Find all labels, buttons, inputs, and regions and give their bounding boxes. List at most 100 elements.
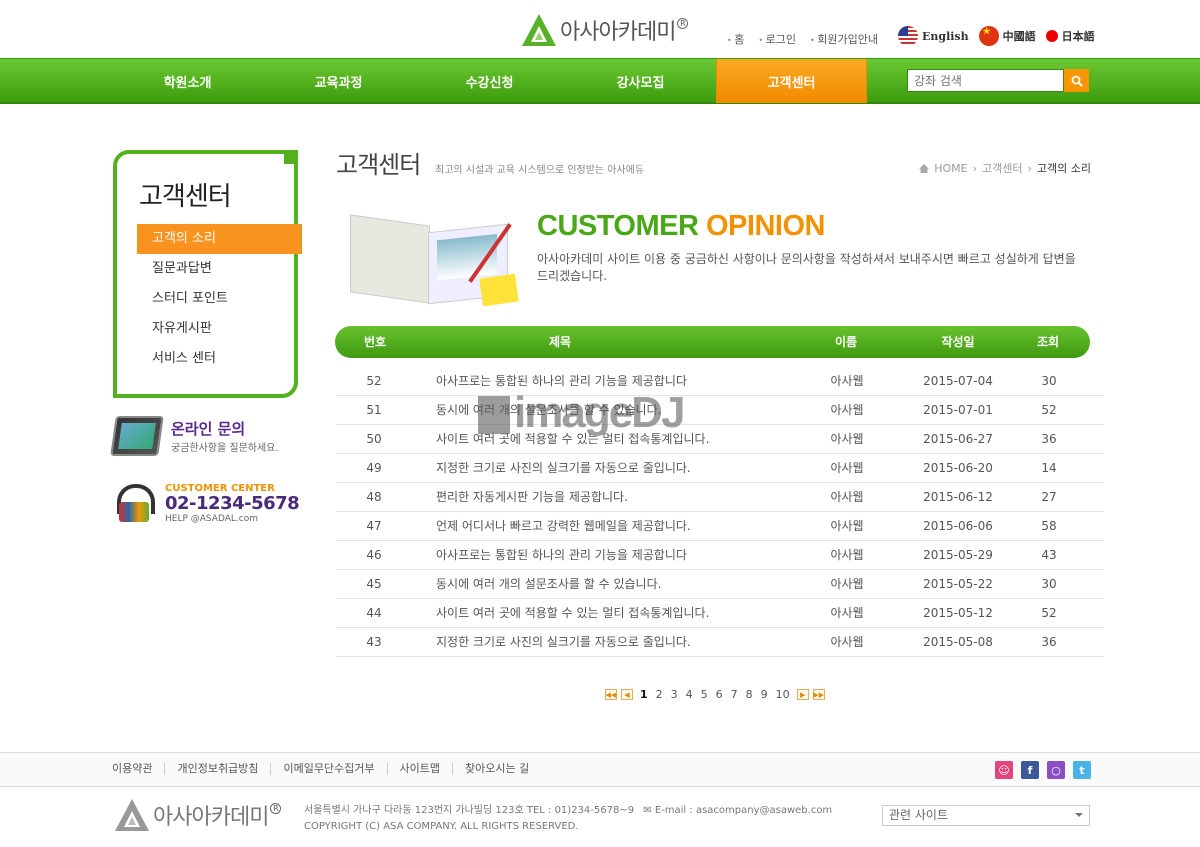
- prev-page-button[interactable]: ◀: [621, 689, 633, 700]
- post-number: 50: [366, 432, 382, 446]
- facebook-icon[interactable]: f: [1021, 761, 1039, 779]
- sidebar-item-free-board[interactable]: 자유게시판: [137, 314, 302, 344]
- post-views: 30: [1041, 577, 1057, 591]
- banner-title-customer: CUSTOMER: [537, 210, 699, 242]
- table-row: 45 동시에 여러 개의 설문조사를 할 수 있습니다. 아사웹 2015-05-22…: [336, 570, 1104, 599]
- yozm-icon[interactable]: ○: [1047, 761, 1065, 779]
- lang-chinese[interactable]: 中國語: [978, 26, 1036, 46]
- online-inquiry-banner[interactable]: 온라인 문의 궁금한사항을 질문하세요.: [110, 416, 279, 456]
- breadcrumb-customer-center[interactable]: 고객센터: [982, 160, 1022, 176]
- sidebar-item-study-point[interactable]: 스터디 포인트: [137, 284, 302, 314]
- home-link[interactable]: 홈: [727, 31, 744, 47]
- footer-link-directions[interactable]: 찾아오시는 길: [452, 763, 541, 775]
- search-button[interactable]: [1064, 69, 1089, 92]
- tablet-icon: [110, 416, 164, 456]
- post-author: 아사웹: [830, 548, 864, 562]
- post-title-link[interactable]: 지정한 크기로 사진의 실크기를 자동으로 줄입니다.: [436, 628, 691, 657]
- logo-triangle-icon: [522, 14, 556, 46]
- site-logo[interactable]: 아사아카데미 R: [520, 12, 689, 48]
- breadcrumb-home[interactable]: HOME: [934, 162, 967, 175]
- post-views: 36: [1041, 635, 1057, 649]
- nav-courses[interactable]: 교육과정: [263, 59, 414, 103]
- sidebar-menu: 고객의 소리 질문과답변 스터디 포인트 자유게시판 서비스 센터: [137, 224, 302, 374]
- sidebar-item-voice[interactable]: 고객의 소리: [137, 224, 302, 254]
- china-flag-icon: [978, 26, 999, 46]
- page-title: 고객센터: [336, 151, 421, 179]
- page-number-button[interactable]: 6: [713, 688, 726, 701]
- table-row: 51 동시에 여러 개의 설문조사를 할 수 있습니다. 아사웹 2015-07-01…: [336, 396, 1104, 425]
- post-date: 2015-06-27: [923, 432, 993, 446]
- online-inquiry-title: 온라인 문의: [171, 420, 246, 438]
- page-number-button[interactable]: 7: [728, 688, 741, 701]
- post-number: 47: [366, 519, 382, 533]
- search-box: [907, 69, 1089, 92]
- page-number-button[interactable]: 4: [683, 688, 696, 701]
- page-number-button[interactable]: 8: [743, 688, 756, 701]
- post-date: 2015-05-12: [923, 606, 993, 620]
- nav-customer-center[interactable]: 고객센터: [716, 59, 867, 103]
- post-number: 51: [366, 403, 382, 417]
- breadcrumb: HOME › 고객센터 › 고객의 소리: [919, 160, 1091, 176]
- page-number-button[interactable]: 1: [637, 688, 651, 701]
- page-number-button[interactable]: 10: [773, 688, 793, 701]
- twitter-icon[interactable]: t: [1073, 761, 1091, 779]
- footer-links: 이용약관 개인정보취급방침 이메일무단수집거부 사이트맵 찾아오시는 길: [112, 763, 541, 775]
- social-links: ☺ f ○ t: [995, 761, 1091, 779]
- banner-description: 아사아카데미 사이트 이용 중 궁금하신 사항이나 문의사항을 작성하셔서 보내…: [537, 252, 1076, 283]
- table-row: 47 언제 어디서나 빠르고 강력한 웹메일을 제공합니다. 아사웹 2015-06-…: [336, 512, 1104, 541]
- join-info-link[interactable]: 회원가입안내: [810, 31, 878, 47]
- post-title-link[interactable]: 아사프로는 통합된 하나의 관리 기능을 제공합니다: [436, 541, 687, 570]
- post-author: 아사웹: [830, 432, 864, 446]
- nav-about[interactable]: 학원소개: [112, 59, 263, 103]
- watermark: imageDJ: [478, 388, 685, 438]
- page-number-button[interactable]: 3: [668, 688, 681, 701]
- sidebar-item-service-center[interactable]: 서비스 센터: [137, 344, 302, 374]
- post-title-link[interactable]: 동시에 여러 개의 설문조사를 할 수 있습니다.: [436, 570, 661, 599]
- post-list: 52 아사프로는 통합된 하나의 관리 기능을 제공합니다 아사웹 2015-07-0…: [336, 367, 1104, 657]
- lang-english[interactable]: English: [898, 26, 969, 46]
- footer-link-privacy[interactable]: 개인정보취급방침: [164, 763, 270, 775]
- table-row: 44 사이트 여러 곳에 적용할 수 있는 멀티 접속통계입니다. 아사웹 2015-…: [336, 599, 1104, 628]
- post-title-link[interactable]: 지정한 크기로 사진의 실크기를 자동으로 줄입니다.: [436, 454, 691, 483]
- post-title-link[interactable]: 언제 어디서나 빠르고 강력한 웹메일을 제공합니다.: [436, 512, 691, 541]
- top-links: 홈 로그인 회원가입안내: [727, 31, 878, 47]
- home-icon: [919, 163, 930, 173]
- banner-title: CUSTOMER OPINION: [537, 210, 825, 243]
- nav-recruit[interactable]: 강사모집: [565, 59, 716, 103]
- page-number-button[interactable]: 9: [758, 688, 771, 701]
- first-page-button[interactable]: ◀◀: [605, 689, 617, 700]
- footer-address: 서울특별시 가나구 다라동 123번지 가나빌딩 123호 TEL : 01)2…: [304, 805, 635, 816]
- login-link[interactable]: 로그인: [758, 31, 796, 47]
- footer-link-sitemap[interactable]: 사이트맵: [386, 763, 452, 775]
- page-number-button[interactable]: 2: [653, 688, 666, 701]
- footer-link-terms[interactable]: 이용약관: [112, 763, 164, 775]
- sidebar-item-qna[interactable]: 질문과답변: [137, 254, 302, 284]
- online-inquiry-sub: 궁금한사항을 질문하세요.: [171, 443, 279, 454]
- pagination: ◀◀ ◀ 1 2 3 4 5 6 7 8 9 10 ▶ ▶▶: [605, 688, 825, 701]
- page-number-button[interactable]: 5: [698, 688, 711, 701]
- post-date: 2015-06-12: [923, 490, 993, 504]
- watermark-text: imageDJ: [514, 388, 685, 437]
- lang-japanese[interactable]: 日本語: [1045, 28, 1095, 44]
- related-sites-select[interactable]: 관련 사이트: [882, 805, 1090, 826]
- nav-enroll[interactable]: 수강신청: [414, 59, 565, 103]
- post-title-link[interactable]: 편리한 자동게시판 기능을 제공합니다.: [436, 483, 628, 512]
- search-icon: [1071, 75, 1083, 87]
- table-row: 48 편리한 자동게시판 기능을 제공합니다. 아사웹 2015-06-12 27: [336, 483, 1104, 512]
- post-views: 43: [1041, 548, 1057, 562]
- post-title-link[interactable]: 사이트 여러 곳에 적용할 수 있는 멀티 접속통계입니다.: [436, 599, 709, 628]
- search-input[interactable]: [907, 69, 1064, 92]
- post-views: 58: [1041, 519, 1057, 533]
- banner-title-opinion: OPINION: [705, 210, 825, 242]
- me2day-icon[interactable]: ☺: [995, 761, 1013, 779]
- main-nav: 학원소개 교육과정 수강신청 강사모집 고객센터: [0, 58, 1200, 104]
- post-date: 2015-05-29: [923, 548, 993, 562]
- footer-copyright: COPYRIGHT (C) ASA COMPANY. ALL RIGHTS RE…: [304, 821, 579, 832]
- lang-label: English: [922, 29, 969, 43]
- last-page-button[interactable]: ▶▶: [812, 689, 825, 700]
- col-date: 작성일: [941, 335, 975, 349]
- sidebar-title: 고객센터: [139, 182, 232, 212]
- post-date: 2015-05-08: [923, 635, 993, 649]
- next-page-button[interactable]: ▶: [796, 689, 809, 700]
- footer-link-email-policy[interactable]: 이메일무단수집거부: [270, 763, 386, 775]
